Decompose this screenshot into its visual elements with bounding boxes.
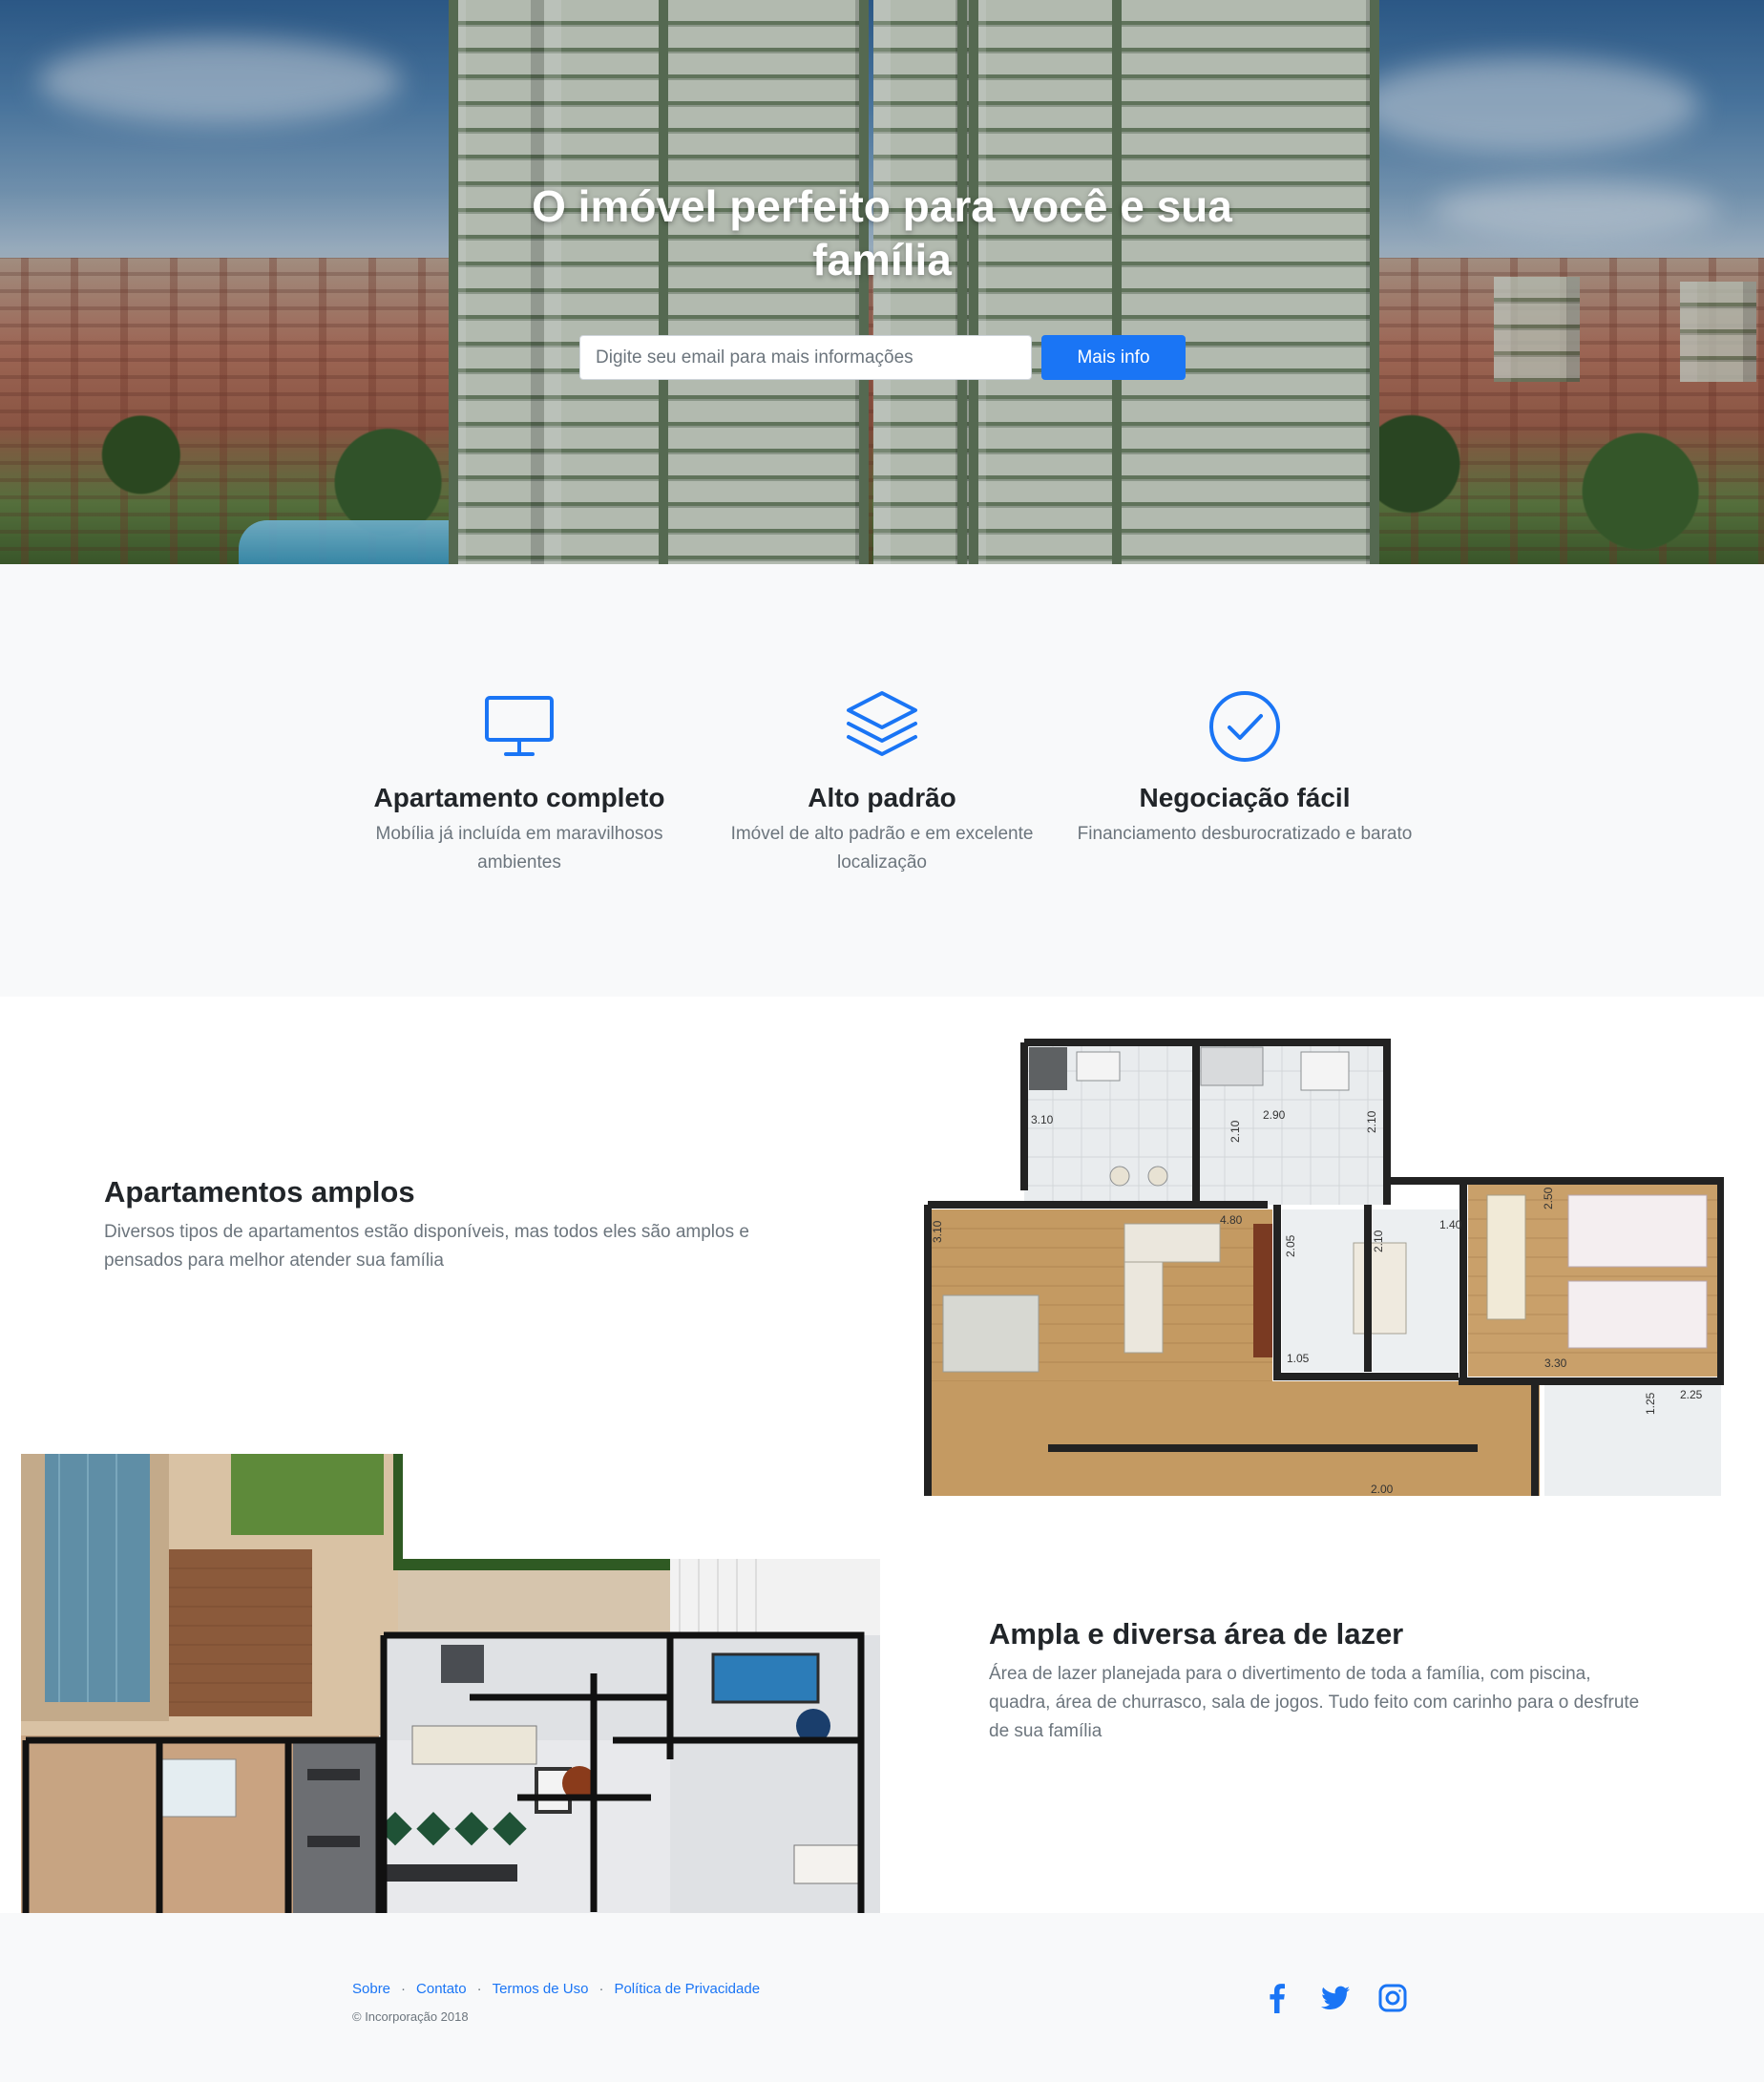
feature-text: Imóvel de alto padrão e em excelente loc…: [730, 824, 1034, 873]
monitor-icon: [485, 696, 554, 756]
leisure-area-plan-image: [21, 1454, 884, 1913]
showcase-title: Apartamentos amplos: [104, 1175, 415, 1209]
footer-link-about[interactable]: Sobre: [352, 1981, 390, 1997]
footer-link-terms[interactable]: Termos de Uso: [493, 1981, 589, 1997]
more-info-button[interactable]: Mais info: [1041, 335, 1186, 380]
feature-high-standard: Alto padrão Imóvel de alto padrão e em e…: [701, 688, 1063, 877]
hero-title: O imóvel perfeito para você e sua famíli…: [532, 181, 1232, 284]
layers-icon: [847, 691, 917, 756]
plan-dimension-label: 2.90: [1263, 1108, 1286, 1122]
plan-dimension-label: 2.50: [1542, 1187, 1555, 1209]
twitter-icon[interactable]: [1319, 1982, 1352, 2014]
footer: Sobre · Contato · Termos de Uso · Política de …: [0, 1913, 1764, 2082]
plan-dimension-label: 2.10: [1372, 1230, 1385, 1252]
feature-easy-negotiation: Negociação fácil Financiamento desburocr…: [1063, 688, 1426, 849]
footer-link-contact[interactable]: Contato: [416, 1981, 467, 1997]
plan-dimension-label: 4.80: [1220, 1213, 1243, 1227]
showcase-section: Apartamentos amplos Diversos tipos de ap…: [0, 997, 1764, 1913]
check-circle-icon: [1209, 691, 1280, 762]
plan-dimension-label: 2.05: [1284, 1234, 1297, 1257]
plan-dimension-label: 2.25: [1680, 1388, 1703, 1401]
feature-title: Negociação fácil: [1139, 783, 1351, 812]
feature-complete-apartment: Apartamento completo Mobília já incluída…: [338, 688, 701, 877]
showcase-text: Diversos tipos de apartamentos estão dis…: [104, 1222, 749, 1271]
plan-dimension-label: 2.10: [1228, 1120, 1242, 1143]
footer-link-privacy[interactable]: Política de Privacidade: [614, 1981, 760, 1997]
hero-section: O imóvel perfeito para você e sua famíli…: [0, 0, 1764, 564]
instagram-icon[interactable]: [1376, 1982, 1409, 2014]
footer-separator: ·: [401, 1981, 407, 1997]
feature-title: Alto padrão: [808, 783, 956, 812]
plan-dimension-label: 1.40: [1439, 1218, 1462, 1231]
plan-dimension-label: 1.05: [1287, 1352, 1310, 1365]
feature-text: Mobília já incluída em maravilhosos ambi…: [375, 824, 663, 873]
feature-text: Financiamento desburocratizado e barato: [1077, 824, 1413, 844]
footer-separator: ·: [476, 1981, 482, 1997]
footer-separator: ·: [598, 1981, 604, 1997]
footer-links: Sobre · Contato · Termos de Uso · Política de …: [352, 1980, 760, 1999]
showcase-title: Ampla e diversa área de lazer: [989, 1617, 1404, 1651]
facebook-icon[interactable]: [1261, 1982, 1293, 2014]
showcase-text: Área de lazer planejada para o divertime…: [989, 1664, 1640, 1741]
plan-dimension-label: 3.10: [1031, 1113, 1054, 1126]
feature-title: Apartamento completo: [373, 783, 665, 812]
plan-dimension-label: 3.30: [1544, 1356, 1567, 1370]
plan-dimension-label: 1.25: [1644, 1392, 1657, 1415]
email-input[interactable]: [579, 335, 1032, 380]
features-section: Apartamento completo Mobília já incluída…: [0, 564, 1764, 997]
plan-dimension-label: 2.10: [1365, 1110, 1378, 1133]
copyright-text: © Incorporação 2018: [352, 2009, 469, 2024]
apartment-floor-plan-image: 3.10 2.10 2.90 2.10 4.80 2.05 2.10 1.40 …: [924, 1038, 1724, 1496]
plan-dimension-label: 2.00: [1371, 1483, 1394, 1496]
plan-dimension-label: 3.10: [931, 1220, 944, 1243]
